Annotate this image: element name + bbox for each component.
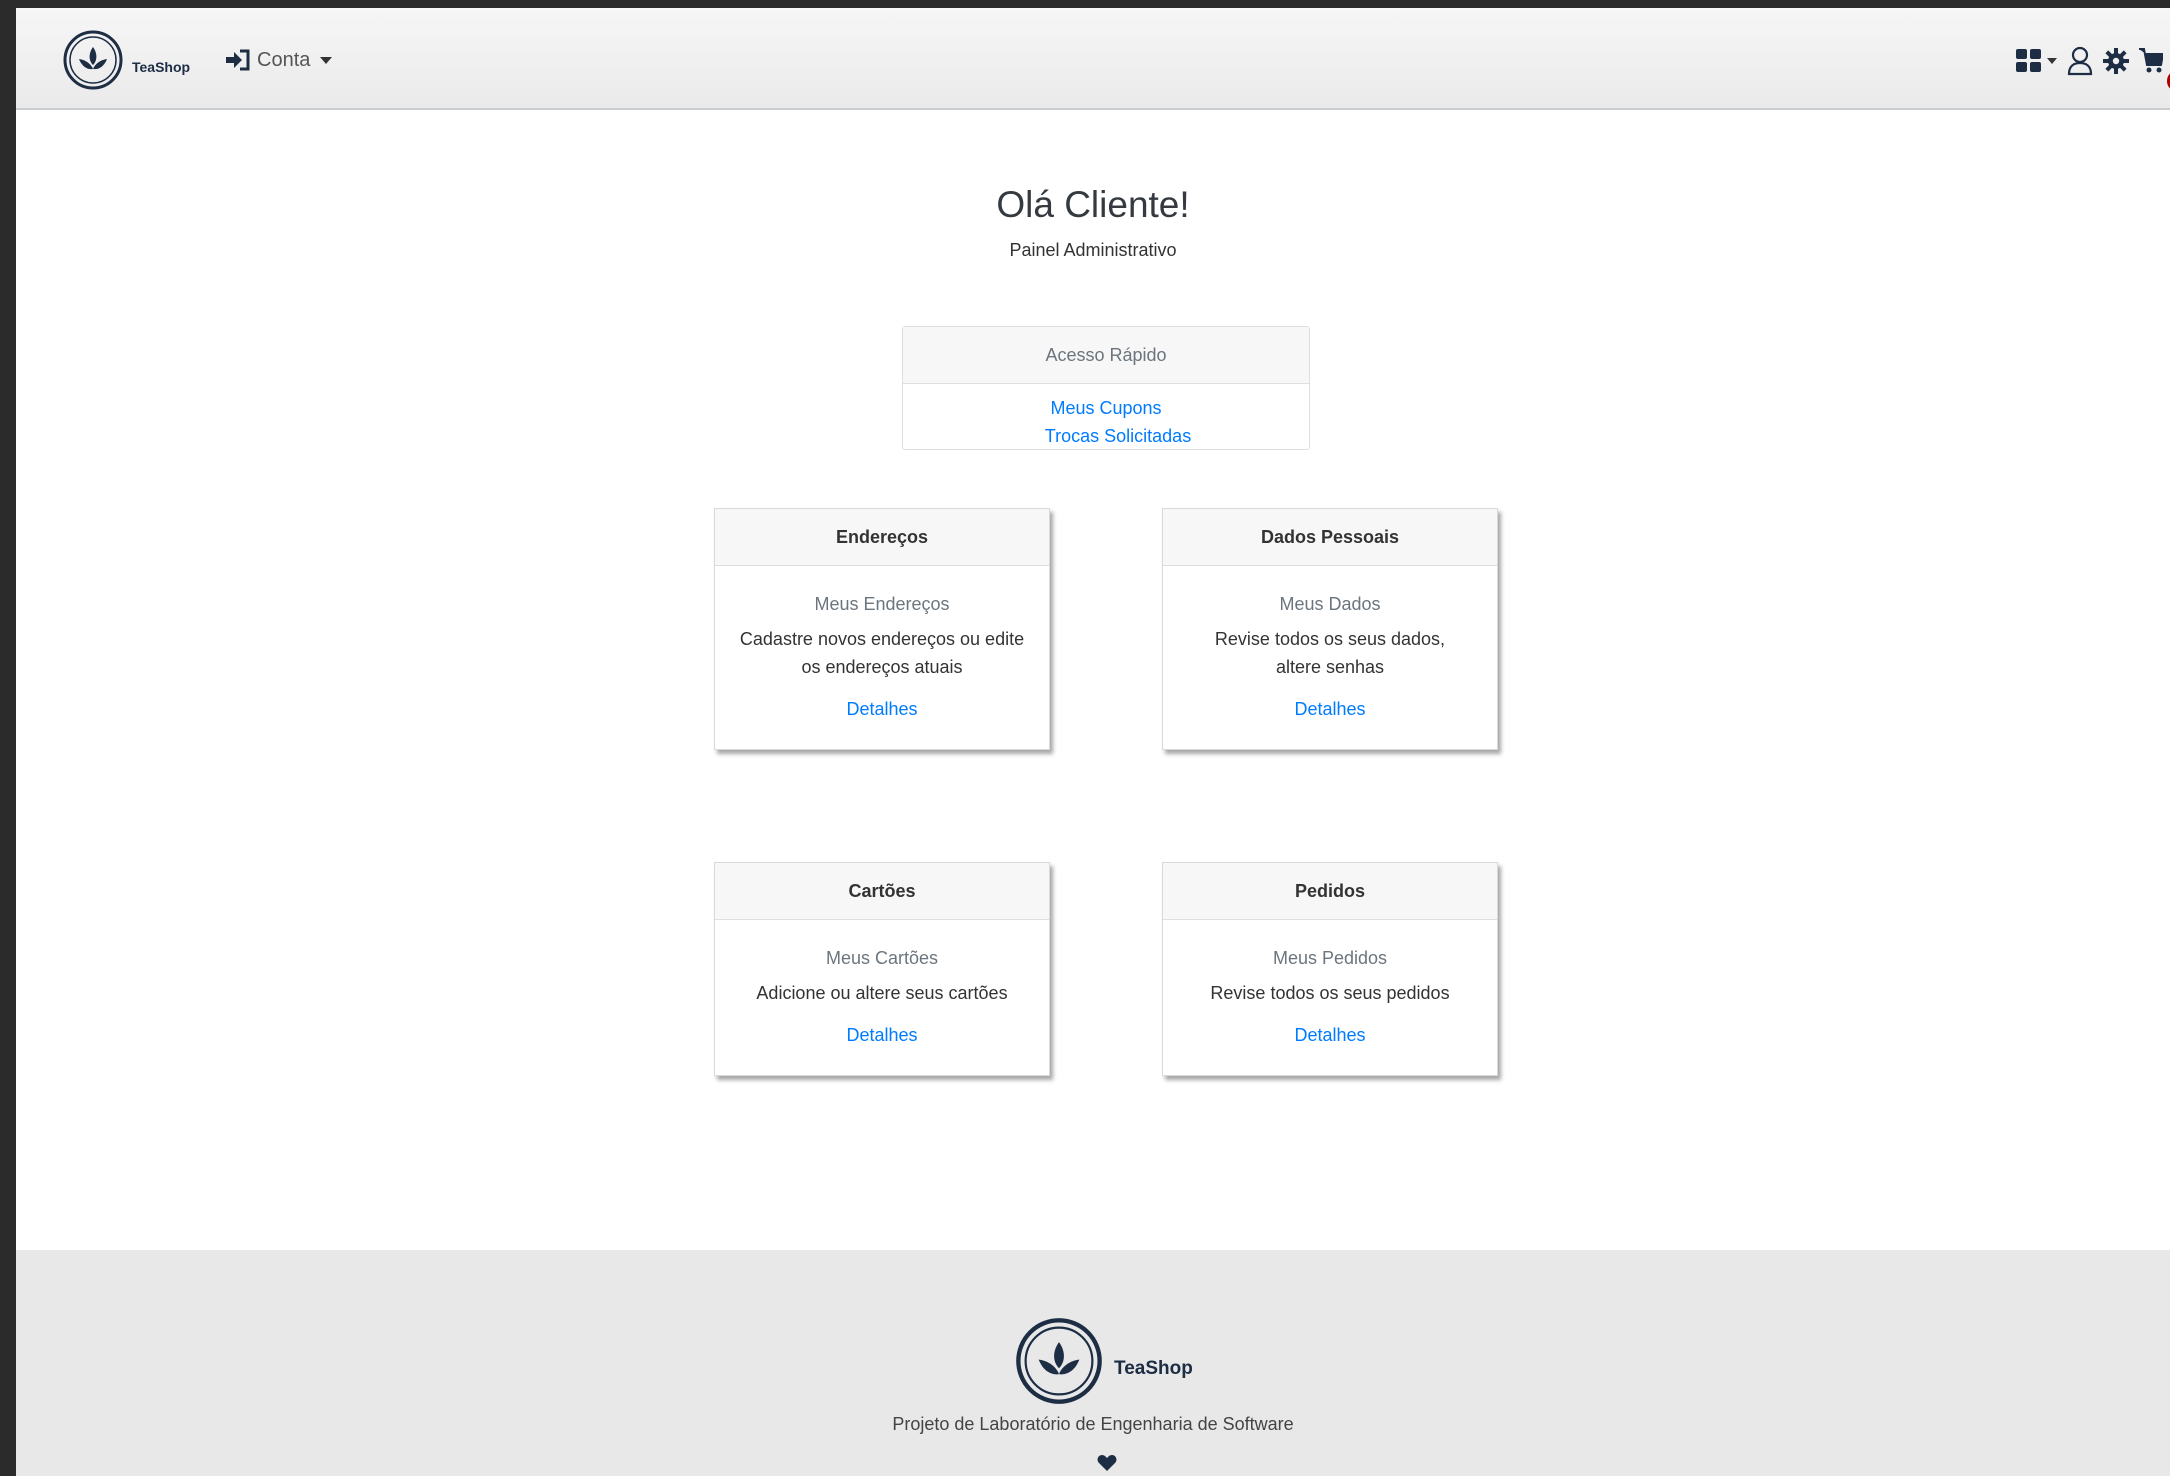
card-title: Cartões <box>715 863 1049 920</box>
cards-details-link[interactable]: Detalhes <box>846 1025 917 1046</box>
personal-data-details-link[interactable]: Detalhes <box>1294 699 1365 720</box>
card-title: Endereços <box>715 509 1049 566</box>
heart-icon <box>1097 1455 1117 1471</box>
quick-access-panel: Acesso Rápido Meus Cupons Trocas Solicit… <box>902 326 1310 450</box>
card-personal-data: Dados Pessoais Meus Dados Revise todos o… <box>1162 508 1498 750</box>
card-title: Dados Pessoais <box>1163 509 1497 566</box>
card-text: Cadastre novos endereços ou edite os end… <box>739 629 1025 677</box>
card-text: Revise todos os seus dados, altere senha… <box>1214 629 1446 677</box>
card-cards: Cartões Meus Cartões Adicione ou altere … <box>714 862 1050 1076</box>
footer-brand: TeaShop <box>1014 1316 1193 1406</box>
top-navbar: TeaShop Conta <box>16 8 2170 110</box>
brand-name: TeaShop <box>132 59 191 75</box>
addresses-details-link[interactable]: Detalhes <box>846 699 917 720</box>
account-menu-label: Conta <box>257 48 311 71</box>
orders-details-link[interactable]: Detalhes <box>1294 1025 1365 1046</box>
apps-grid-icon <box>2016 49 2041 72</box>
card-subtitle: Meus Dados <box>1279 594 1381 614</box>
teashop-logo-icon <box>1016 1318 1102 1404</box>
card-text: Adicione ou altere seus cartões <box>756 983 1008 1003</box>
card-title: Pedidos <box>1163 863 1497 920</box>
card-subtitle: Meus Pedidos <box>1272 948 1388 968</box>
footer-brand-name: TeaShop <box>1114 1358 1193 1379</box>
card-text: Revise todos os seus pedidos <box>1210 983 1450 1003</box>
my-coupons-link[interactable]: Meus Cupons <box>903 394 1309 422</box>
page-title: Olá Cliente! <box>996 184 1190 225</box>
card-addresses: Endereços Meus Endereços Cadastre novos … <box>714 508 1050 750</box>
card-subtitle: Meus Cartões <box>825 948 939 968</box>
requested-exchanges-link[interactable]: Trocas Solicitadas <box>915 422 1321 450</box>
user-icon[interactable] <box>2067 46 2093 76</box>
quick-access-links: Meus Cupons Trocas Solicitadas <box>903 384 1309 450</box>
gear-icon[interactable] <box>2103 48 2129 74</box>
navbar-right-tools <box>2016 44 2170 78</box>
apps-menu-toggle[interactable] <box>2016 49 2057 73</box>
page-footer: TeaShop Projeto de Laboratório de Engenh… <box>16 1250 2170 1476</box>
account-menu-toggle[interactable]: Conta <box>225 46 333 74</box>
app-window: TeaShop Conta Olá Cliente! Painel Admini… <box>16 8 2170 1476</box>
page-subtitle: Painel Administrativo <box>1009 240 1177 260</box>
teashop-logo-icon <box>63 30 123 90</box>
card-subtitle: Meus Endereços <box>814 594 950 614</box>
footer-text: Projeto de Laboratório de Engenharia de … <box>892 1414 1294 1434</box>
quick-access-title: Acesso Rápido <box>903 327 1309 384</box>
cart-icon[interactable] <box>2139 47 2163 75</box>
navbar-brand[interactable]: TeaShop <box>62 28 190 92</box>
card-orders: Pedidos Meus Pedidos Revise todos os seu… <box>1162 862 1498 1076</box>
chevron-down-icon <box>320 56 333 64</box>
chevron-down-icon <box>2047 58 2057 64</box>
sign-in-icon <box>226 49 250 71</box>
